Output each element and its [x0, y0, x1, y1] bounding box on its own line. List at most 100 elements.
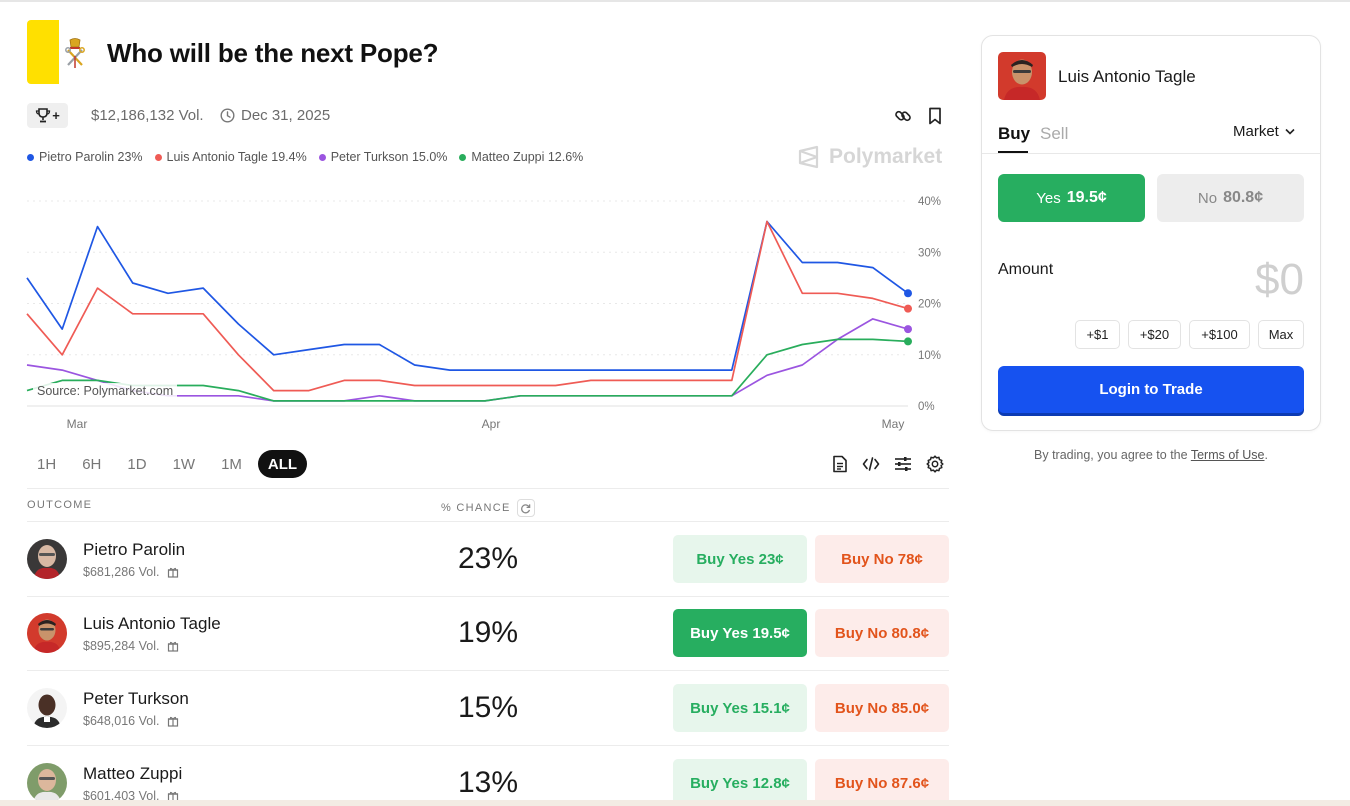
outcome-chance: 23%	[457, 542, 519, 575]
chart-settings-button[interactable]	[925, 454, 945, 474]
watermark-text: Polymarket	[829, 145, 943, 168]
legend-item: Luis Antonio Tagle 19.4%	[154, 150, 307, 164]
outcome-volume-text: $681,286 Vol.	[83, 565, 160, 579]
plus-icon: +	[52, 108, 60, 123]
bookmark-button[interactable]	[925, 106, 945, 126]
table-row[interactable]: Peter Turkson $648,016 Vol. 15% Buy Yes …	[27, 671, 949, 745]
column-header-chance-label: % CHANCE	[441, 502, 511, 514]
buy-yes-button[interactable]: Buy Yes 12.8¢	[673, 759, 807, 806]
chart-filters-button[interactable]	[893, 454, 913, 474]
bookmark-icon	[929, 107, 941, 125]
amount-input[interactable]: $0	[1255, 255, 1304, 305]
outcome-name[interactable]: Luis Antonio Tagle	[83, 614, 221, 634]
trade-panel: Luis Antonio Tagle Buy Sell Market Yes 1…	[981, 35, 1321, 431]
add-100-button[interactable]: +$100	[1189, 320, 1250, 349]
outcome-volume-text: $895,284 Vol.	[83, 639, 160, 653]
outcome-name[interactable]: Matteo Zuppi	[83, 764, 182, 784]
x-tick-label: May	[882, 417, 905, 431]
outcome-volume-text: $648,016 Vol.	[83, 714, 160, 728]
add-to-watchlist-button[interactable]: +	[27, 103, 68, 128]
range-1h[interactable]: 1H	[27, 450, 66, 478]
max-button[interactable]: Max	[1258, 320, 1304, 349]
outcome-name[interactable]: Peter Turkson	[83, 689, 189, 709]
price-history-chart[interactable]: 40% 30% 20% 10% 0% Mar Apr May	[0, 185, 960, 440]
end-date-text: Dec 31, 2025	[241, 107, 331, 124]
chart-source: Source: Polymarket.com	[33, 383, 178, 399]
embed-button[interactable]	[861, 454, 881, 474]
table-row[interactable]: Pietro Parolin $681,286 Vol. 23% Buy Yes…	[27, 522, 949, 596]
y-tick-label: 0%	[918, 401, 935, 413]
range-1w[interactable]: 1W	[163, 450, 206, 478]
series-end-dot	[904, 337, 912, 346]
gift-icon[interactable]	[167, 640, 179, 652]
buy-no-button[interactable]: Buy No 87.6¢	[815, 759, 949, 806]
range-6h[interactable]: 6H	[72, 450, 111, 478]
tab-sell[interactable]: Sell	[1040, 124, 1068, 144]
amount-label: Amount	[998, 261, 1054, 278]
no-label: No	[1197, 189, 1218, 207]
legend-item: Matteo Zuppi 12.6%	[459, 150, 583, 164]
refresh-icon	[521, 503, 531, 513]
avatar-luis-antonio-tagle	[27, 613, 67, 653]
tab-buy[interactable]: Buy	[998, 124, 1030, 144]
code-icon	[862, 457, 880, 471]
top-border	[0, 0, 1350, 2]
avatar-pietro-parolin	[27, 539, 67, 579]
legend-dot	[154, 153, 162, 161]
table-row[interactable]: Luis Antonio Tagle $895,284 Vol. 19% Buy…	[27, 596, 949, 670]
table-row[interactable]: Matteo Zuppi $601,403 Vol. 13% Buy Yes 1…	[27, 746, 949, 806]
legend-dot	[318, 153, 326, 161]
bottom-strip	[0, 800, 1350, 806]
outcome-chance: 13%	[457, 766, 519, 799]
market-end-date: Dec 31, 2025	[220, 107, 330, 124]
add-20-button[interactable]: +$20	[1128, 320, 1181, 349]
terms-of-use-link[interactable]: Terms of Use	[1191, 448, 1265, 462]
time-range-selector: 1H 6H 1D 1W 1M ALL	[27, 450, 308, 478]
buy-no-button[interactable]: Buy No 80.8¢	[815, 609, 949, 657]
series-end-dot	[904, 304, 912, 313]
yes-price: 19.5¢	[1066, 189, 1107, 206]
link-icon	[895, 110, 911, 122]
chevron-down-icon	[1285, 128, 1295, 135]
buy-yes-button[interactable]: Buy Yes 23¢	[673, 535, 807, 583]
buy-no-button[interactable]: Buy No 78¢	[815, 535, 949, 583]
market-volume: $12,186,132 Vol.	[91, 107, 204, 124]
page-title: Who will be the next Pope?	[107, 38, 439, 68]
outcome-no-button[interactable]: No 80.8¢	[1157, 174, 1304, 222]
outcome-chance: 19%	[457, 616, 519, 649]
vatican-flag-image	[27, 20, 91, 84]
tab-divider	[982, 153, 1320, 154]
series-end-dot	[904, 325, 912, 334]
gear-icon	[926, 455, 944, 473]
refresh-button[interactable]	[516, 499, 535, 517]
y-tick-label: 30%	[918, 247, 941, 259]
chart-legend: Pietro Parolin 23% Luis Antonio Tagle 19…	[27, 150, 583, 164]
buy-yes-button[interactable]: Buy Yes 19.5¢	[673, 609, 807, 657]
range-all[interactable]: ALL	[257, 450, 308, 478]
sliders-icon	[895, 457, 911, 471]
x-tick-label: Apr	[482, 417, 501, 431]
buy-yes-button[interactable]: Buy Yes 15.1¢	[673, 684, 807, 732]
y-tick-label: 20%	[918, 299, 941, 311]
range-1d[interactable]: 1D	[117, 450, 156, 478]
copy-link-button[interactable]	[893, 106, 913, 126]
outcome-chance: 15%	[457, 691, 519, 724]
buy-no-button[interactable]: Buy No 85.0¢	[815, 684, 949, 732]
gift-icon[interactable]	[167, 715, 179, 727]
outcome-yes-button[interactable]: Yes 19.5¢	[998, 174, 1145, 222]
order-type-label: Market	[1233, 123, 1279, 140]
order-type-dropdown[interactable]: Market	[1233, 123, 1295, 140]
range-1m[interactable]: 1M	[211, 450, 252, 478]
gift-icon[interactable]	[167, 566, 179, 578]
series-line	[26, 220, 909, 371]
series-end-dot	[904, 289, 912, 298]
rules-button[interactable]	[830, 454, 850, 474]
outcome-name[interactable]: Pietro Parolin	[83, 540, 185, 560]
add-1-button[interactable]: +$1	[1075, 320, 1120, 349]
login-to-trade-button[interactable]: Login to Trade	[998, 366, 1304, 413]
terms-notice: By trading, you agree to the Terms of Us…	[981, 448, 1321, 462]
legend-label: Peter Turkson 15.0%	[330, 150, 448, 164]
legend-dot	[459, 153, 467, 161]
no-price: 80.8¢	[1223, 189, 1264, 206]
legend-item: Pietro Parolin 23%	[27, 150, 143, 164]
